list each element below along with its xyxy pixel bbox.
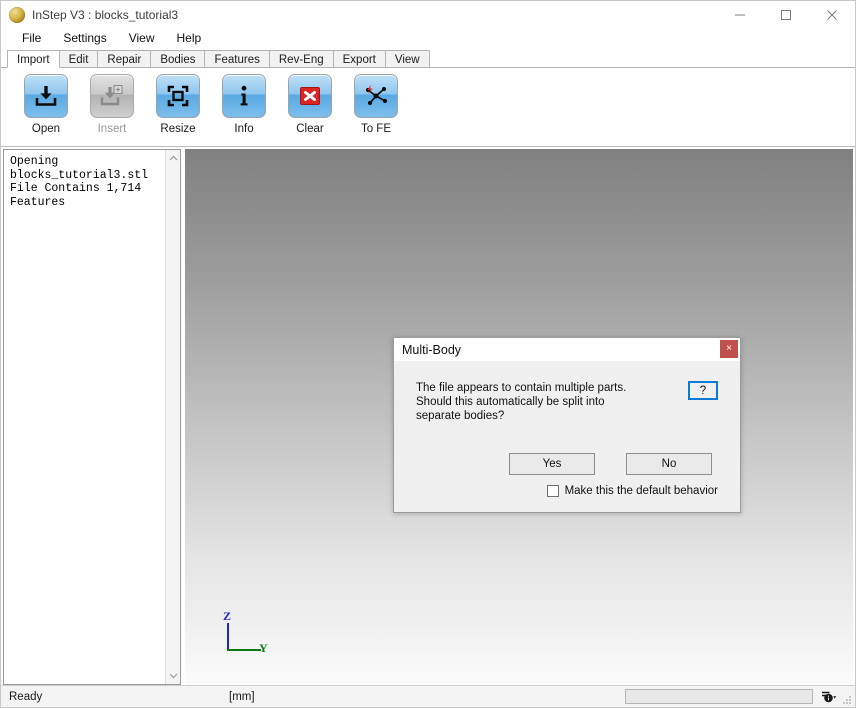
default-behavior-checkbox-label: Make this the default behavior	[564, 485, 718, 497]
insert-button[interactable]: Insert	[79, 74, 145, 135]
status-progress-bar	[625, 689, 813, 704]
to-fe-button-label: To FE	[360, 123, 392, 135]
info-button-label: Info	[234, 123, 254, 135]
window-title: InStep V3 : blocks_tutorial3	[32, 7, 179, 22]
menu-item-view[interactable]: View	[118, 29, 166, 48]
insert-button-label: Insert	[97, 123, 127, 135]
open-import-icon	[24, 74, 68, 118]
clear-button[interactable]: Clear	[277, 74, 343, 135]
resize-button-label: Resize	[160, 123, 196, 135]
dialog-help-button[interactable]: ?	[688, 381, 718, 400]
maximize-icon[interactable]	[763, 1, 809, 28]
info-badge-icon[interactable]	[821, 690, 837, 704]
axis-z-label: Z	[223, 609, 232, 623]
axis-y-line	[227, 649, 261, 651]
dialog-title: Multi-Body	[402, 342, 462, 357]
application-window: InStep V3 : blocks_tutorial3 File Settin…	[0, 0, 856, 708]
close-icon[interactable]	[809, 1, 855, 28]
info-button[interactable]: Info	[211, 74, 277, 135]
resize-grip-icon[interactable]	[842, 694, 852, 704]
axis-triad: Z Y	[215, 609, 271, 655]
status-text: Ready	[9, 690, 43, 703]
open-button-label: Open	[31, 123, 61, 135]
instep-sphere-icon	[9, 6, 25, 23]
insert-icon	[90, 74, 134, 118]
default-behavior-checkbox[interactable]	[546, 485, 559, 497]
dialog-no-button[interactable]: No	[626, 453, 712, 475]
axis-z-line	[227, 623, 229, 651]
dialog-title-bar: Multi-Body ×	[394, 338, 740, 362]
menu-bar: File Settings View Help	[1, 28, 855, 49]
minimize-icon[interactable]	[717, 1, 763, 28]
tab-import[interactable]: Import	[7, 50, 60, 68]
tab-export[interactable]: Export	[332, 50, 386, 68]
tab-rev-eng[interactable]: Rev-Eng	[268, 50, 334, 68]
clear-x-icon	[288, 74, 332, 118]
ribbon-toolbar: Open Insert Resize Info Clear To FE	[1, 67, 855, 147]
multi-body-dialog: Multi-Body × The file appears to contain…	[393, 337, 741, 513]
tab-bodies[interactable]: Bodies	[150, 50, 206, 68]
menu-item-settings[interactable]: Settings	[52, 29, 117, 48]
resize-icon	[156, 74, 200, 118]
status-units-label: [mm]	[229, 690, 255, 703]
window-controls	[717, 1, 855, 28]
ribbon-tab-strip: Import Edit Repair Bodies Features Rev-E…	[1, 49, 855, 68]
to-fe-button[interactable]: To FE	[343, 74, 409, 135]
to-fe-mesh-icon	[354, 74, 398, 118]
default-behavior-checkbox-row[interactable]: Make this the default behavior	[546, 485, 718, 497]
chevron-up-icon[interactable]	[166, 150, 181, 166]
menu-item-file[interactable]: File	[11, 29, 52, 48]
import-log-panel: Opening blocks_tutorial3.stl File Contai…	[3, 149, 181, 685]
resize-button[interactable]: Resize	[145, 74, 211, 135]
3d-viewport[interactable]: Z Y Multi-Body × The file appears to con…	[185, 149, 853, 685]
import-log-text: Opening blocks_tutorial3.stl File Contai…	[10, 155, 149, 209]
clear-button-label: Clear	[296, 123, 324, 135]
dialog-message: The file appears to contain multiple par…	[416, 382, 627, 422]
tab-view[interactable]: View	[384, 50, 430, 68]
title-bar: InStep V3 : blocks_tutorial3	[1, 1, 855, 28]
axis-y-label: Y	[259, 641, 268, 655]
menu-item-help[interactable]: Help	[166, 29, 213, 48]
dialog-close-icon[interactable]: ×	[720, 340, 738, 358]
tab-features[interactable]: Features	[204, 50, 270, 68]
chevron-down-icon[interactable]	[166, 668, 181, 684]
open-button[interactable]: Open	[13, 74, 79, 135]
info-icon	[222, 74, 266, 118]
main-content: Opening blocks_tutorial3.stl File Contai…	[1, 147, 855, 685]
log-scrollbar[interactable]	[165, 150, 180, 684]
status-bar: Ready [mm]	[1, 685, 855, 707]
dialog-yes-button[interactable]: Yes	[509, 453, 595, 475]
tab-repair[interactable]: Repair	[97, 50, 152, 68]
tab-edit[interactable]: Edit	[58, 50, 99, 68]
